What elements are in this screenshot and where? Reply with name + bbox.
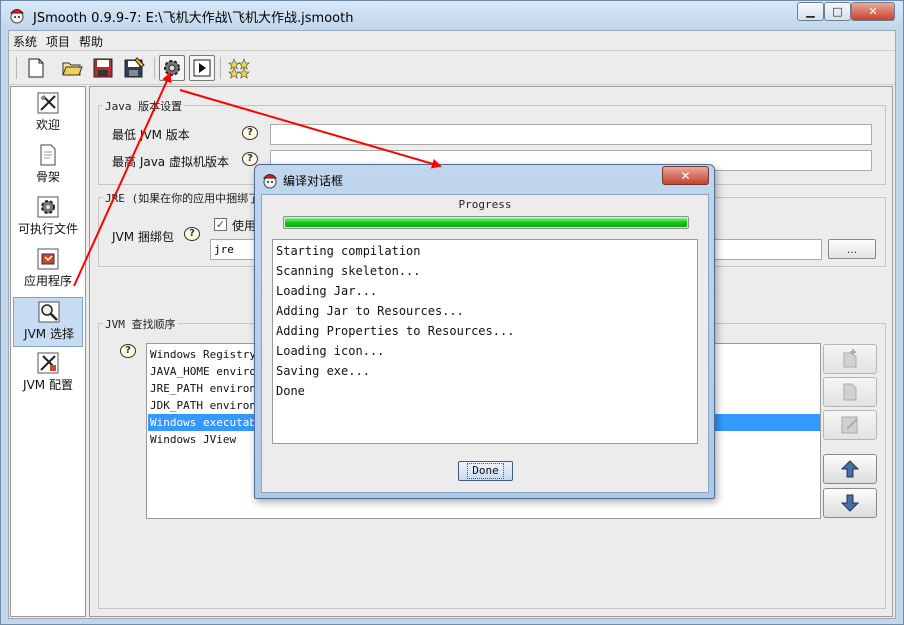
sidebar-item-label: JVM 选择 bbox=[24, 327, 74, 341]
log-line: Done bbox=[276, 384, 305, 398]
new-file-icon bbox=[28, 58, 44, 78]
dialog-title: 编译对话框 bbox=[283, 174, 344, 188]
remove-location-button[interactable] bbox=[823, 377, 877, 407]
progress-label: Progress bbox=[458, 198, 512, 211]
sidebar-item-label: 可执行文件 bbox=[17, 222, 78, 236]
toolbar-separator bbox=[154, 57, 155, 79]
move-up-button[interactable] bbox=[823, 454, 877, 484]
sidebar-item-executable[interactable]: 可执行文件 bbox=[13, 193, 83, 243]
sidebar-item-label: 应用程序 bbox=[23, 274, 72, 288]
log-line: Scanning skeleton... bbox=[276, 264, 421, 278]
compile-dialog: 编译对话框 ✕ Progress Starting compilation Sca… bbox=[254, 164, 715, 499]
close-button[interactable]: ✕ bbox=[851, 2, 895, 21]
sidebar-item-label: JVM 配置 bbox=[23, 378, 73, 392]
window-title: JSmooth 0.9.9-7: E:\飞机大作战\飞机大作战.jsmooth bbox=[33, 11, 354, 26]
maximize-button[interactable]: □ bbox=[824, 2, 851, 21]
jvm-selection-icon bbox=[38, 301, 60, 323]
help-icon[interactable]: ? bbox=[184, 227, 200, 241]
open-project-button[interactable] bbox=[59, 55, 85, 81]
log-line: Adding Properties to Resources... bbox=[276, 324, 515, 338]
maximize-icon: □ bbox=[832, 5, 843, 18]
jsmooth-app-icon bbox=[9, 9, 25, 24]
help-icon[interactable]: ? bbox=[242, 152, 258, 166]
jsmooth-app-icon bbox=[262, 174, 278, 189]
toolbar-separator bbox=[220, 57, 221, 79]
dialog-close-button[interactable]: ✕ bbox=[662, 166, 709, 185]
max-jvm-version-label: 最高 Java 虚拟机版本 bbox=[112, 155, 229, 169]
skeleton-icon bbox=[40, 144, 56, 166]
edit-icon bbox=[841, 416, 858, 434]
sidebar-item-label: 骨架 bbox=[35, 170, 60, 184]
arrow-down-icon bbox=[840, 494, 860, 512]
menu-system[interactable]: 系统 bbox=[13, 33, 37, 50]
menu-bar: 系统 项目 帮助 bbox=[9, 31, 895, 51]
log-line: Adding Jar to Resources... bbox=[276, 304, 464, 318]
dialog-body: Progress Starting compilation Scanning sk… bbox=[261, 194, 709, 493]
min-jvm-version-input[interactable] bbox=[270, 124, 872, 145]
stars-icon bbox=[228, 58, 250, 79]
title-bar[interactable]: JSmooth 0.9.9-7: E:\飞机大作战\飞机大作战.jsmooth … bbox=[1, 1, 903, 30]
toolbar-separator bbox=[16, 57, 17, 79]
remove-icon bbox=[843, 383, 857, 401]
sidebar-item-label: 欢迎 bbox=[35, 118, 60, 132]
sidebar: 欢迎 骨架 可执行文件 应用程序 JVM 选择 JVM 配置 bbox=[10, 86, 86, 617]
compile-gear-icon bbox=[164, 60, 180, 76]
add-location-button[interactable] bbox=[823, 344, 877, 374]
toolbar bbox=[9, 51, 895, 85]
run-button[interactable] bbox=[189, 55, 215, 81]
help-icon[interactable]: ? bbox=[120, 344, 136, 358]
about-button[interactable] bbox=[226, 55, 252, 81]
log-line: Starting compilation bbox=[276, 244, 421, 258]
log-line: Loading icon... bbox=[276, 344, 385, 358]
jvm-config-icon bbox=[37, 352, 59, 374]
save-icon bbox=[93, 58, 113, 78]
jre-bundle-group-title: JRE (如果在你的应用中捆绑了 bbox=[103, 190, 262, 206]
open-folder-icon bbox=[62, 62, 83, 76]
min-jvm-version-label: 最低 JVM 版本 bbox=[112, 128, 190, 142]
arrow-up-icon bbox=[840, 460, 860, 478]
welcome-icon bbox=[37, 92, 59, 114]
menu-project[interactable]: 项目 bbox=[46, 33, 70, 50]
save-as-button[interactable] bbox=[121, 55, 147, 81]
close-icon: ✕ bbox=[680, 168, 691, 183]
java-version-group-title: Java 版本设置 bbox=[103, 98, 185, 114]
compile-button[interactable] bbox=[159, 55, 185, 81]
sidebar-item-application[interactable]: 应用程序 bbox=[13, 245, 83, 295]
add-icon bbox=[843, 349, 857, 368]
new-project-button[interactable] bbox=[23, 55, 49, 81]
done-button[interactable]: Done bbox=[458, 461, 513, 481]
application-icon bbox=[37, 248, 59, 270]
progress-bar-fill bbox=[285, 218, 687, 227]
sidebar-item-jvm-selection[interactable]: JVM 选择 bbox=[13, 297, 83, 347]
menu-help[interactable]: 帮助 bbox=[79, 33, 103, 50]
log-line: Saving exe... bbox=[276, 364, 370, 378]
help-icon[interactable]: ? bbox=[242, 126, 258, 140]
run-icon bbox=[193, 59, 211, 77]
log-line: Loading Jar... bbox=[276, 284, 378, 298]
use-bundle-checkbox[interactable]: ✓ bbox=[214, 218, 227, 231]
minimize-button[interactable]: ▁ bbox=[797, 2, 824, 21]
use-bundle-checkbox-label: 使用 bbox=[232, 219, 257, 233]
save-button[interactable] bbox=[90, 55, 116, 81]
edit-location-button[interactable] bbox=[823, 410, 877, 440]
sidebar-item-jvm-config[interactable]: JVM 配置 bbox=[13, 349, 83, 399]
executable-icon bbox=[37, 196, 59, 218]
jvm-search-order-group-title: JVM 查找顺序 bbox=[103, 316, 178, 332]
sidebar-item-welcome[interactable]: 欢迎 bbox=[13, 89, 83, 139]
browse-button[interactable]: ... bbox=[828, 239, 876, 259]
jvm-bundle-label: JVM 捆绑包 bbox=[112, 230, 174, 244]
sidebar-item-skeleton[interactable]: 骨架 bbox=[13, 141, 83, 191]
close-icon: ✕ bbox=[868, 5, 878, 18]
compilation-log[interactable]: Starting compilation Scanning skeleton...… bbox=[272, 239, 698, 444]
progress-bar bbox=[283, 216, 689, 229]
move-down-button[interactable] bbox=[823, 488, 877, 518]
save-as-icon bbox=[124, 57, 145, 78]
minimize-icon: ▁ bbox=[806, 5, 815, 18]
